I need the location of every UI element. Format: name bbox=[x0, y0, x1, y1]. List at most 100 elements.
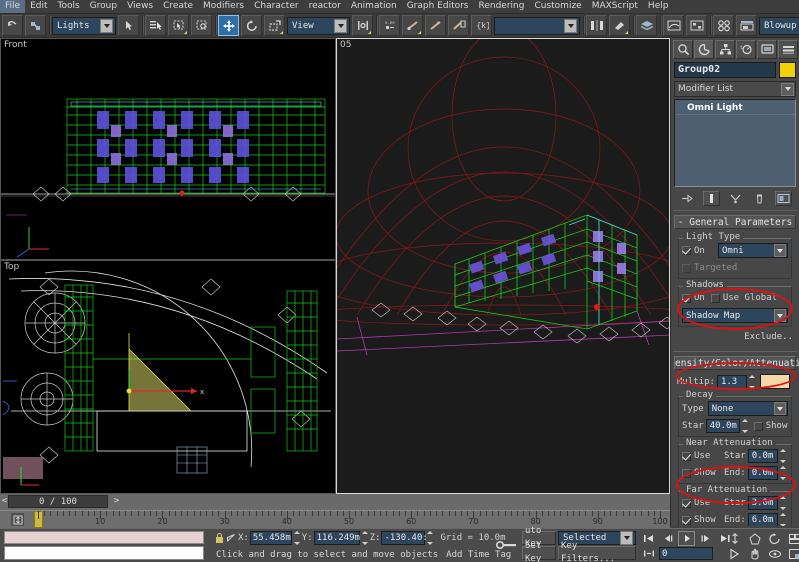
decay-start-field[interactable]: 40.0m bbox=[705, 419, 740, 433]
arc-rotate-icon[interactable] bbox=[766, 531, 783, 546]
shadow-type-combo[interactable]: Shadow Map bbox=[682, 308, 788, 323]
select-and-rotate-icon[interactable] bbox=[241, 15, 262, 36]
display-tab-icon[interactable] bbox=[757, 40, 777, 59]
far-end-field[interactable]: 6.0m bbox=[747, 513, 778, 526]
chevron-down-icon[interactable] bbox=[774, 309, 786, 322]
spinner-snap-toggle-icon[interactable] bbox=[448, 15, 469, 36]
light-color-swatch[interactable] bbox=[759, 374, 790, 389]
absolute-relative-toggle-icon[interactable] bbox=[225, 530, 237, 545]
near-start-field[interactable]: 0.0m bbox=[747, 449, 778, 463]
select-object-icon[interactable] bbox=[118, 15, 139, 36]
undo-icon[interactable] bbox=[2, 15, 23, 36]
make-unique-icon[interactable] bbox=[727, 191, 744, 206]
object-name-field[interactable]: Group02 bbox=[674, 62, 776, 78]
chevron-down-icon[interactable] bbox=[774, 244, 786, 257]
min-max-toggle-icon[interactable] bbox=[786, 546, 799, 561]
pin-stack-icon[interactable] bbox=[679, 191, 696, 206]
chevron-down-icon[interactable] bbox=[774, 402, 786, 415]
select-by-name-icon[interactable] bbox=[145, 15, 166, 36]
key-toggle-icon[interactable] bbox=[494, 531, 520, 559]
render-type-combo[interactable]: Blowup bbox=[759, 16, 799, 35]
modify-tab-icon[interactable] bbox=[694, 40, 714, 59]
zoom-icon[interactable] bbox=[726, 531, 743, 546]
field-of-view-icon[interactable] bbox=[766, 546, 783, 561]
far-start-spinner[interactable] bbox=[779, 496, 787, 510]
menu-item-rendering[interactable]: Rendering bbox=[474, 0, 530, 13]
maxscript-entry-line[interactable] bbox=[4, 546, 204, 560]
key-mode-toggle-icon[interactable] bbox=[640, 546, 657, 561]
hierarchy-tab-icon[interactable] bbox=[715, 40, 735, 59]
decay-start-spinner[interactable] bbox=[741, 419, 749, 433]
maxscript-output-line[interactable] bbox=[4, 531, 204, 544]
zoom-all-icon[interactable] bbox=[746, 531, 763, 546]
next-key-arrow-icon[interactable]: > bbox=[112, 496, 121, 507]
align-icon[interactable] bbox=[609, 15, 630, 36]
z-coordinate-field[interactable]: -130.40: bbox=[381, 530, 428, 545]
menu-item-graph-editors[interactable]: Graph Editors bbox=[402, 0, 474, 13]
chevron-down-icon[interactable] bbox=[564, 18, 577, 33]
front-viewport[interactable]: Front bbox=[0, 38, 336, 260]
curve-editor-icon[interactable] bbox=[663, 15, 684, 36]
exclude-button[interactable]: Exclude.. bbox=[744, 332, 793, 342]
mirror-icon[interactable] bbox=[586, 15, 607, 36]
light-type-combo[interactable]: Omni bbox=[718, 243, 788, 258]
use-pivot-point-center-icon[interactable] bbox=[352, 15, 373, 36]
rectangular-selection-region-icon[interactable] bbox=[168, 15, 189, 36]
key-filters-button[interactable]: Key Filters... bbox=[558, 541, 636, 562]
intensity-rollout-header[interactable]: ensity/Color/Attenuati bbox=[674, 356, 799, 370]
menu-item-tools[interactable]: Tools bbox=[53, 0, 85, 13]
menu-item-edit[interactable]: Edit bbox=[25, 0, 52, 13]
stack-entry-omni-light[interactable]: Omni Light bbox=[675, 102, 795, 115]
object-color-swatch[interactable] bbox=[779, 62, 796, 78]
percent-snap-toggle-icon[interactable]: % bbox=[425, 15, 446, 36]
angle-snap-toggle-icon[interactable] bbox=[402, 15, 423, 36]
current-frame-display[interactable]: 0 / 100 bbox=[8, 495, 108, 508]
redo-icon[interactable] bbox=[25, 15, 46, 36]
reference-coordinate-system-combo[interactable]: View bbox=[287, 16, 350, 35]
modifier-list-dropdown[interactable]: Modifier List bbox=[674, 81, 796, 97]
z-spinner[interactable] bbox=[426, 530, 434, 545]
y-spinner[interactable] bbox=[361, 530, 369, 545]
modifier-stack[interactable]: Omni Light bbox=[674, 99, 796, 187]
edit-named-selection-sets-icon[interactable]: {k} bbox=[471, 15, 492, 36]
snaps-toggle-icon[interactable]: 0.00 bbox=[379, 15, 400, 36]
menu-item-modifiers[interactable]: Modifiers bbox=[198, 0, 249, 13]
previous-frame-icon[interactable] bbox=[659, 531, 676, 546]
named-selection-set-combo[interactable] bbox=[494, 16, 580, 35]
x-spinner[interactable] bbox=[293, 530, 301, 545]
zoom-region-icon[interactable] bbox=[726, 546, 743, 561]
show-end-result-icon[interactable] bbox=[702, 190, 720, 206]
menu-item-file[interactable]: File bbox=[0, 0, 26, 13]
set-key-button[interactable]: Set Key bbox=[522, 541, 556, 562]
chevron-down-icon[interactable] bbox=[100, 18, 113, 33]
far-use-checkbox[interactable] bbox=[682, 498, 691, 508]
menu-item-help[interactable]: Help bbox=[643, 0, 674, 13]
create-tab-icon[interactable] bbox=[673, 40, 693, 59]
near-start-spinner[interactable] bbox=[779, 449, 787, 463]
track-bar[interactable]: < 0 / 100 > bbox=[0, 494, 670, 510]
far-start-field[interactable]: 3.0m bbox=[747, 496, 778, 510]
schematic-view-icon[interactable] bbox=[686, 15, 707, 36]
x-coordinate-field[interactable]: 55.458m bbox=[249, 530, 292, 545]
render-scene-dialog-icon[interactable] bbox=[736, 15, 757, 36]
menu-item-create[interactable]: Create bbox=[158, 0, 198, 13]
zoom-extents-icon[interactable] bbox=[786, 531, 799, 546]
decay-type-combo[interactable]: None bbox=[707, 401, 788, 416]
chevron-down-icon[interactable] bbox=[334, 18, 347, 33]
menu-item-reactor[interactable]: reactor bbox=[304, 0, 346, 13]
light-on-checkbox[interactable] bbox=[682, 246, 691, 255]
select-and-move-icon[interactable] bbox=[218, 15, 239, 36]
layer-manager-icon[interactable] bbox=[636, 15, 657, 36]
near-end-spinner[interactable] bbox=[779, 466, 787, 480]
remove-modifier-icon[interactable] bbox=[751, 191, 768, 206]
select-and-scale-icon[interactable] bbox=[264, 15, 285, 36]
go-to-start-icon[interactable] bbox=[640, 531, 657, 546]
use-global-settings-checkbox[interactable] bbox=[710, 293, 720, 303]
multiplier-spinner[interactable] bbox=[748, 374, 756, 389]
timeline-ruler[interactable]: 10 20 30 40 50 60 70 80 90 100 bbox=[0, 510, 670, 528]
window-crossing-toggle-icon[interactable] bbox=[191, 15, 212, 36]
far-show-checkbox[interactable] bbox=[682, 515, 691, 525]
menu-item-character[interactable]: Character bbox=[249, 0, 303, 13]
targeted-checkbox[interactable] bbox=[682, 263, 691, 273]
menu-item-group[interactable]: Group bbox=[85, 0, 122, 13]
